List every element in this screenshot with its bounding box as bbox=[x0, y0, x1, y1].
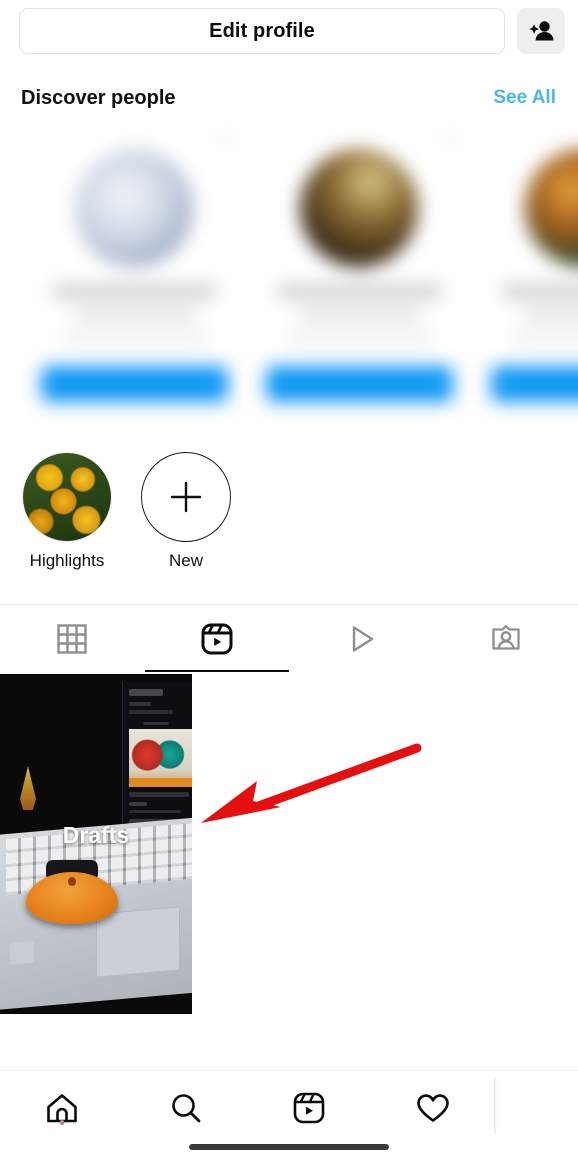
discover-person-card[interactable]: ✕ bbox=[476, 124, 578, 419]
nav-home[interactable] bbox=[0, 1089, 124, 1127]
reels-icon bbox=[294, 1092, 325, 1124]
bottom-navigation-bar bbox=[0, 1070, 578, 1162]
highlight-label: Highlights bbox=[29, 551, 105, 570]
edit-profile-label: Edit profile bbox=[209, 19, 315, 42]
avatar bbox=[524, 149, 578, 267]
profile-tab-bar bbox=[0, 604, 578, 672]
grid-icon bbox=[57, 623, 87, 654]
person-meta bbox=[286, 333, 434, 342]
highlight-cover bbox=[22, 452, 112, 542]
person-name bbox=[53, 285, 216, 298]
person-meta bbox=[61, 333, 209, 342]
reels-icon bbox=[201, 623, 233, 654]
screenshot-crop-edge bbox=[494, 1077, 497, 1133]
tab-posts[interactable] bbox=[0, 605, 145, 672]
avatar bbox=[299, 149, 418, 267]
edit-profile-button[interactable]: Edit profile bbox=[19, 8, 505, 54]
discover-person-card[interactable]: ✕ bbox=[26, 124, 241, 419]
home-indicator bbox=[189, 1144, 389, 1150]
discover-people-title: Discover people bbox=[21, 86, 176, 109]
highlight-item-new[interactable]: New bbox=[139, 452, 233, 571]
tagged-icon bbox=[492, 624, 520, 650]
tab-reels[interactable] bbox=[144, 605, 289, 672]
discover-person-card[interactable]: ✕ bbox=[251, 124, 466, 419]
close-icon[interactable]: ✕ bbox=[217, 134, 230, 147]
nav-reels[interactable] bbox=[248, 1089, 372, 1127]
avatar bbox=[74, 149, 193, 267]
red-arrow-icon bbox=[201, 743, 422, 823]
discover-people-header: Discover people See All bbox=[0, 78, 578, 118]
instagram-profile-screen: Edit profile Discover people See All ✕ ✕ bbox=[0, 0, 578, 1162]
follow-button[interactable] bbox=[41, 366, 228, 402]
tab-tagged[interactable] bbox=[434, 605, 578, 672]
add-highlight-button[interactable] bbox=[141, 452, 231, 542]
plus-icon bbox=[170, 481, 202, 513]
nav-search[interactable] bbox=[124, 1089, 248, 1127]
nav-activity[interactable] bbox=[371, 1089, 495, 1127]
person-name bbox=[278, 285, 441, 298]
follow-button[interactable] bbox=[491, 366, 578, 402]
bottom-nav-items bbox=[0, 1079, 495, 1137]
drafts-thumbnail[interactable]: Drafts bbox=[0, 674, 192, 1014]
highlight-label: New bbox=[168, 551, 203, 570]
tab-active-indicator bbox=[144, 669, 289, 672]
close-icon[interactable]: ✕ bbox=[442, 134, 455, 147]
follow-button[interactable] bbox=[266, 366, 453, 402]
nav-active-dot bbox=[59, 1120, 65, 1125]
person-subtitle bbox=[73, 309, 197, 320]
add-person-icon bbox=[529, 21, 554, 41]
see-all-link[interactable]: See All bbox=[493, 87, 556, 109]
person-name bbox=[503, 285, 578, 298]
person-subtitle bbox=[523, 309, 578, 320]
person-meta bbox=[511, 333, 578, 342]
heart-icon bbox=[417, 1094, 449, 1122]
add-person-button[interactable] bbox=[517, 8, 565, 54]
person-subtitle bbox=[298, 309, 422, 320]
drafts-label: Drafts bbox=[62, 821, 130, 848]
tab-videos[interactable] bbox=[289, 605, 434, 672]
profile-action-row: Edit profile bbox=[0, 0, 578, 62]
play-icon bbox=[353, 625, 374, 652]
highlight-item-highlights[interactable]: Highlights bbox=[20, 452, 114, 571]
discover-people-carousel[interactable]: ✕ ✕ ✕ bbox=[0, 124, 578, 434]
annotation-arrow bbox=[195, 735, 435, 835]
story-highlights-row: Highlights New bbox=[0, 452, 578, 584]
search-icon bbox=[171, 1094, 201, 1123]
